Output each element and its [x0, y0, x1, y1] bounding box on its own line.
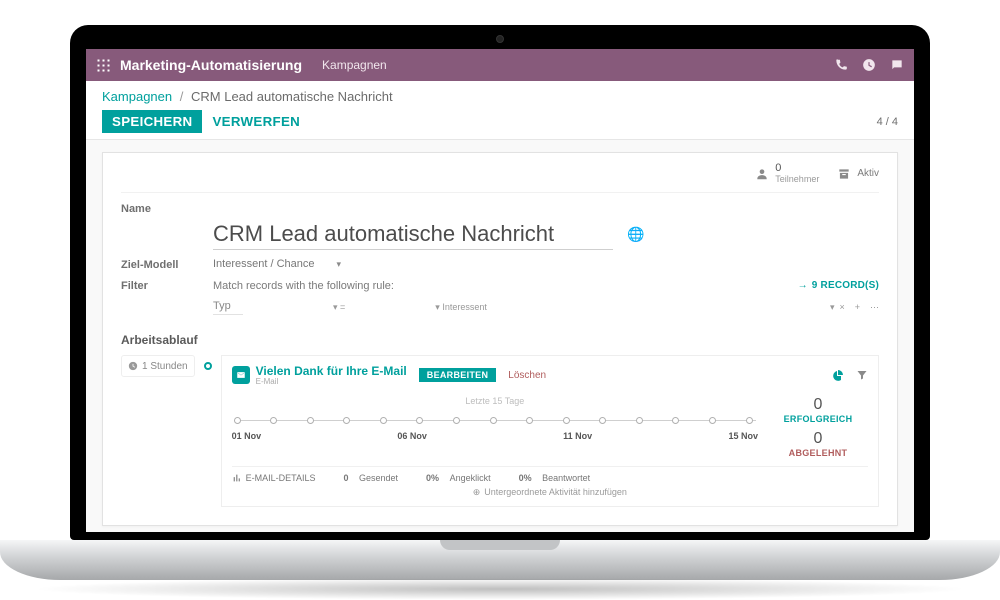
- control-bar: SPEICHERN VERWERFEN 4 / 4: [86, 104, 914, 140]
- records-link[interactable]: → 9 RECORD(S): [798, 280, 879, 291]
- xlabel: 15 Nov: [728, 431, 758, 441]
- email-details-link[interactable]: E-MAIL-DETAILS: [232, 473, 316, 483]
- chevron-down-icon: ▾: [337, 259, 342, 270]
- laptop-camera: [496, 35, 504, 43]
- participants-stat[interactable]: 0 Teilnehmer: [755, 163, 819, 184]
- filter-field-type[interactable]: Typ: [213, 300, 243, 315]
- activity-type: E-Mail: [256, 377, 407, 386]
- stat-clicked: 0% Angeklickt: [426, 473, 491, 483]
- add-child-activity[interactable]: Untergeordnete Aktivität hinzufügen: [232, 487, 868, 498]
- xlabel: 06 Nov: [397, 431, 427, 441]
- pie-icon[interactable]: [832, 369, 844, 381]
- breadcrumb: Kampagnen / CRM Lead automatische Nachri…: [86, 81, 914, 104]
- mail-icon: [232, 366, 250, 384]
- active-label: Aktiv: [857, 168, 879, 179]
- target-model-value: Interessent / Chance: [213, 258, 315, 270]
- target-model-select[interactable]: Interessent / Chance ▾: [213, 258, 341, 272]
- sparkline-caption: Letzte 15 Tage: [232, 396, 758, 406]
- target-model-label: Ziel-Modell: [121, 259, 213, 271]
- user-icon: [755, 167, 769, 181]
- workflow-heading: Arbeitsablauf: [121, 333, 879, 347]
- xlabel: 01 Nov: [232, 431, 262, 441]
- clock-icon: [128, 361, 138, 371]
- chart-bar-icon: [232, 473, 242, 483]
- edit-button[interactable]: BEARBEITEN: [419, 368, 497, 382]
- name-input[interactable]: [213, 219, 613, 250]
- activity-title[interactable]: Vielen Dank für Ihre E-Mail: [256, 364, 407, 378]
- breadcrumb-sep: /: [176, 89, 188, 104]
- filter-more-icon[interactable]: ⋯: [870, 302, 879, 313]
- save-button[interactable]: SPEICHERN: [102, 110, 202, 133]
- name-label: Name: [121, 203, 213, 215]
- participants-count: 0: [775, 163, 819, 174]
- clock-icon[interactable]: [862, 58, 876, 72]
- discard-button[interactable]: VERWERFEN: [202, 110, 310, 133]
- activity-card: Vielen Dank für Ihre E-Mail E-Mail BEARB…: [221, 355, 879, 507]
- archive-icon: [837, 167, 851, 181]
- laptop-base: [0, 540, 1000, 580]
- apps-grid-icon[interactable]: [96, 58, 110, 72]
- participants-label: Teilnehmer: [775, 174, 819, 184]
- kpi-success-n: 0: [768, 396, 868, 414]
- menu-kampagnen[interactable]: Kampagnen: [322, 58, 387, 72]
- filter-add-icon[interactable]: +: [855, 302, 860, 313]
- xlabel: 11 Nov: [563, 431, 592, 441]
- active-stat[interactable]: Aktiv: [837, 163, 879, 184]
- kpi-reject-l: ABGELEHNT: [768, 448, 868, 458]
- kpi-reject-n: 0: [768, 430, 868, 448]
- filter-op-1[interactable]: ▾ =: [333, 302, 345, 313]
- stat-sent: 0 Gesendet: [343, 473, 398, 483]
- chat-icon[interactable]: [890, 58, 904, 72]
- filter-rule-row: Typ ▾ = ▾ Interessent ▾ × + ⋯: [121, 300, 879, 315]
- breadcrumb-root[interactable]: Kampagnen: [102, 89, 172, 104]
- kpi-success-l: ERFOLGREICH: [768, 414, 868, 424]
- laptop-shadow: [30, 578, 970, 600]
- workflow-timeline: [203, 355, 213, 507]
- stat-replied: 0% Beantwortet: [519, 473, 591, 483]
- filter-icon[interactable]: [856, 369, 868, 381]
- phone-icon[interactable]: [834, 58, 848, 72]
- filter-value[interactable]: ▾ Interessent: [435, 302, 487, 313]
- activity-sparkline: Letzte 15 Tage: [232, 396, 758, 458]
- filter-label: Filter: [121, 280, 213, 292]
- delete-link[interactable]: Löschen: [508, 370, 546, 381]
- filter-hint: Match records with the following rule:: [213, 280, 394, 292]
- pager[interactable]: 4 / 4: [877, 116, 898, 128]
- breadcrumb-current: CRM Lead automatische Nachricht: [191, 89, 393, 104]
- app-title: Marketing-Automatisierung: [120, 57, 302, 73]
- activity-delay-chip[interactable]: 1 Stunden: [121, 355, 195, 377]
- globe-icon[interactable]: 🌐: [627, 226, 644, 243]
- app-topbar: Marketing-Automatisierung Kampagnen: [86, 49, 914, 81]
- form-sheet: 0 Teilnehmer Aktiv Name: [102, 152, 898, 526]
- filter-remove-icon[interactable]: ▾ ×: [830, 302, 845, 313]
